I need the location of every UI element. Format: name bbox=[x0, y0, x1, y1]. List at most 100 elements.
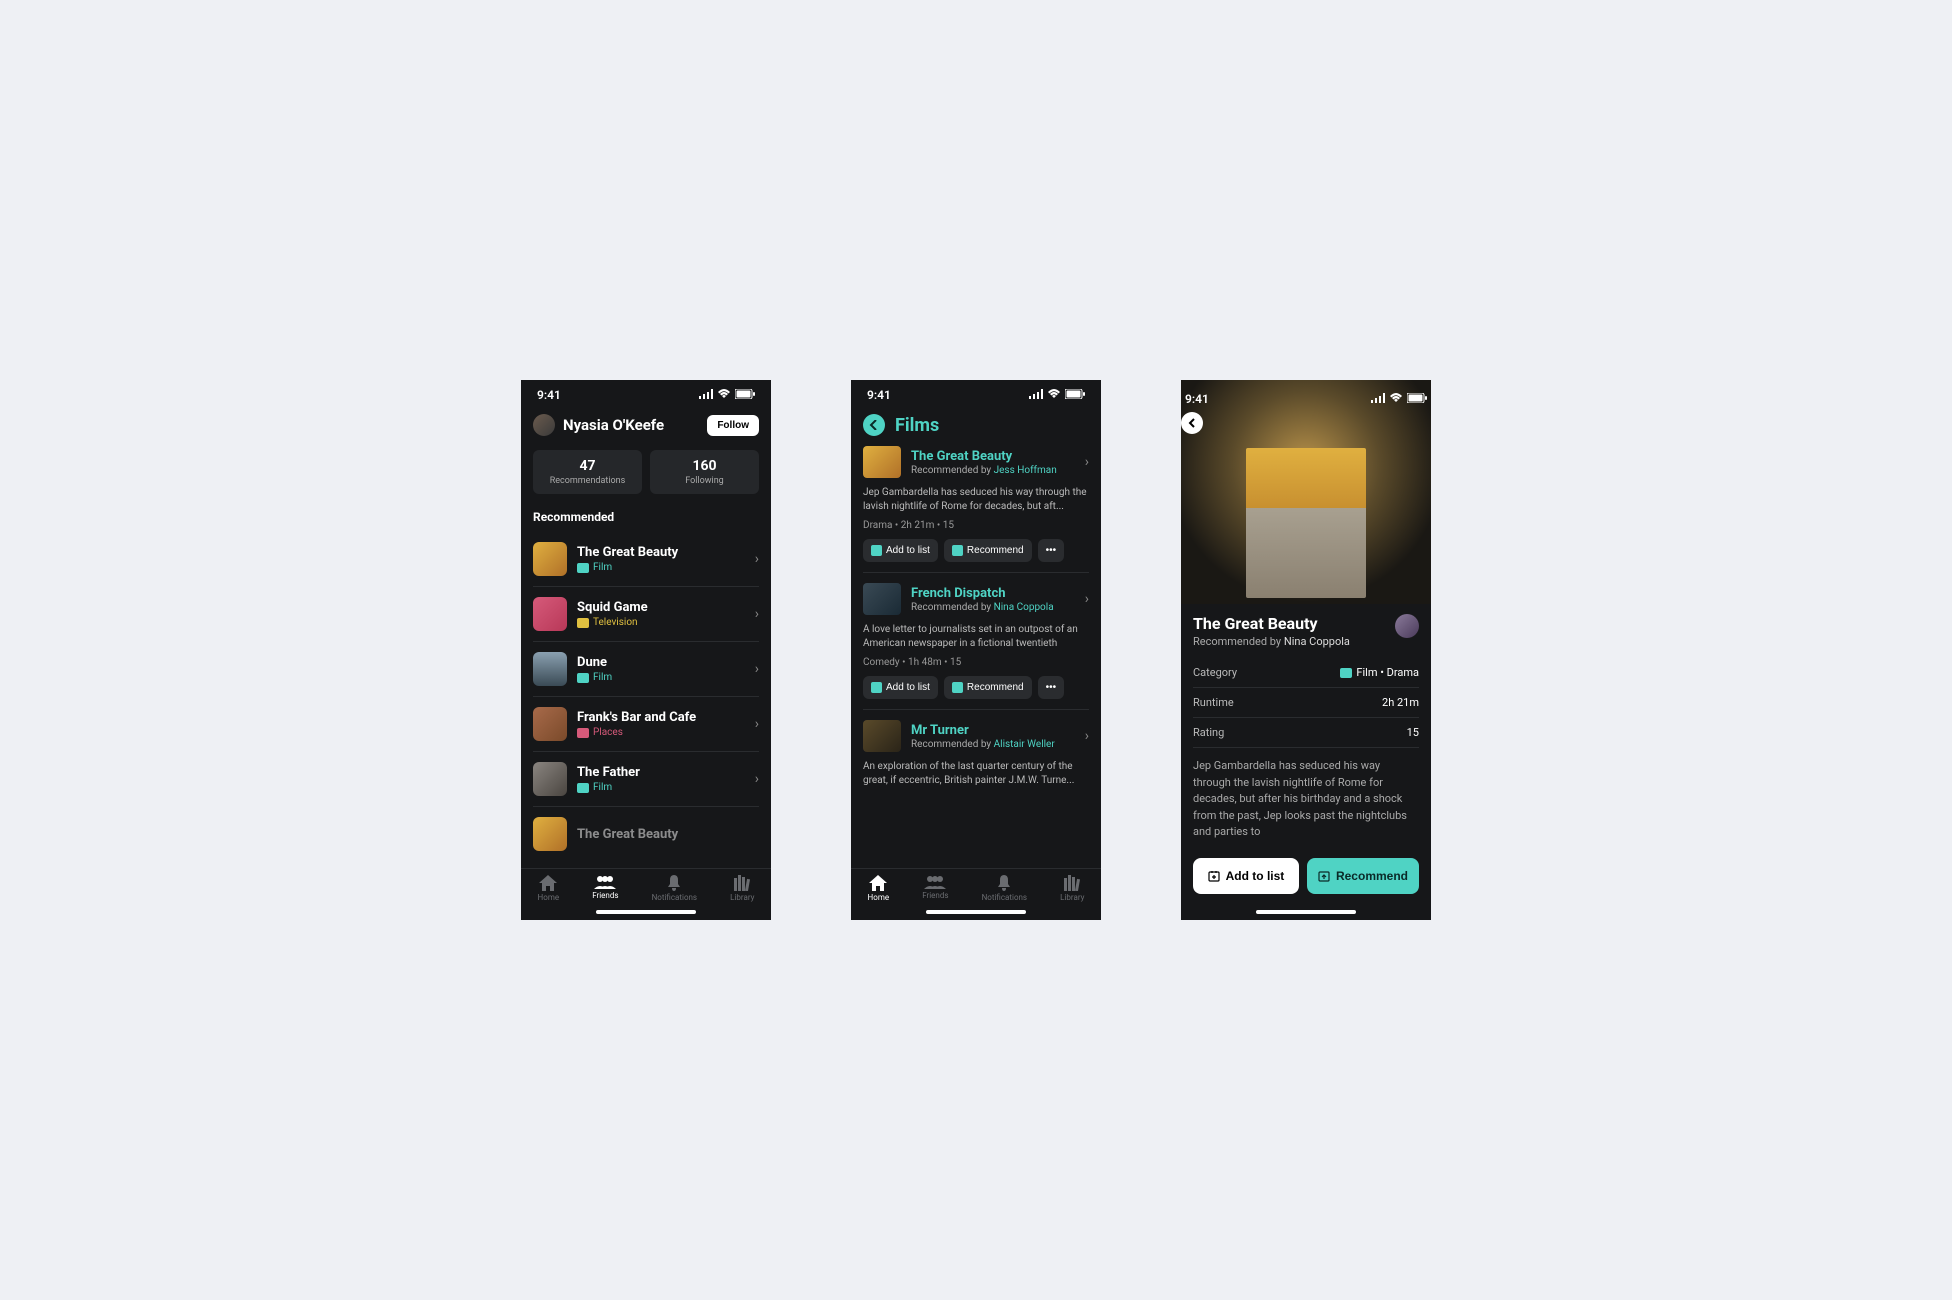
stat-recommendations[interactable]: 47 Recommendations bbox=[533, 450, 642, 494]
thumbnail bbox=[533, 597, 567, 631]
item-desc: Jep Gambardella has seduced his way thro… bbox=[863, 486, 1089, 514]
detail-title: The Great Beauty bbox=[1193, 614, 1350, 633]
tab-bar: Home Friends Notifications Library bbox=[851, 868, 1101, 906]
status-time: 9:41 bbox=[537, 388, 561, 402]
chevron-right-icon: › bbox=[1085, 591, 1089, 607]
battery-icon bbox=[1407, 392, 1427, 406]
tv-icon bbox=[577, 618, 589, 628]
row-rating: Rating 15 bbox=[1193, 718, 1419, 748]
film-icon bbox=[1340, 668, 1352, 678]
more-button[interactable]: ••• bbox=[1038, 539, 1065, 562]
more-button[interactable]: ••• bbox=[1038, 676, 1065, 699]
detail-by: Recommended by Nina Coppola bbox=[1193, 635, 1350, 648]
signal-icon bbox=[699, 388, 713, 402]
film-icon bbox=[577, 783, 589, 793]
category-label: Film bbox=[593, 562, 612, 573]
stat-label: Following bbox=[654, 476, 755, 486]
home-indicator[interactable] bbox=[1256, 910, 1356, 914]
item-meta: Comedy • 1h 48m • 15 bbox=[863, 657, 1089, 668]
add-to-list-button[interactable]: Add to list bbox=[863, 539, 938, 562]
feed-head[interactable]: French Dispatch Recommended by Nina Copp… bbox=[863, 583, 1089, 615]
item-desc: An exploration of the last quarter centu… bbox=[863, 760, 1089, 788]
thumbnail bbox=[533, 542, 567, 576]
stat-following[interactable]: 160 Following bbox=[650, 450, 759, 494]
row-label: Rating bbox=[1193, 726, 1224, 739]
tab-notifications[interactable]: Notifications bbox=[652, 875, 697, 902]
row-value: 2h 21m bbox=[1382, 696, 1419, 709]
wifi-icon bbox=[1047, 388, 1061, 402]
chevron-right-icon: › bbox=[755, 771, 759, 787]
status-icons bbox=[699, 388, 755, 402]
add-to-list-button[interactable]: Add to list bbox=[1193, 858, 1299, 894]
chevron-right-icon: › bbox=[1085, 728, 1089, 744]
list-add-icon bbox=[871, 682, 882, 693]
recommend-icon bbox=[1318, 870, 1330, 882]
ellipsis-icon: ••• bbox=[1046, 682, 1057, 693]
battery-icon bbox=[1065, 388, 1085, 402]
back-button[interactable] bbox=[1181, 412, 1203, 434]
wifi-icon bbox=[1389, 392, 1403, 406]
recommender-avatar[interactable] bbox=[1395, 614, 1419, 638]
row-value: 15 bbox=[1407, 726, 1419, 739]
thumbnail bbox=[863, 446, 901, 478]
feed-head[interactable]: Mr Turner Recommended by Alistair Weller… bbox=[863, 720, 1089, 752]
list-add-icon bbox=[1208, 870, 1220, 882]
follow-button[interactable]: Follow bbox=[707, 415, 759, 436]
thumbnail bbox=[533, 762, 567, 796]
list-item[interactable]: Squid Game Television › bbox=[533, 587, 759, 642]
thumbnail bbox=[533, 652, 567, 686]
recommended-list: The Great Beauty Film › Squid Game Telev… bbox=[533, 532, 759, 861]
row-category: Category Film • Drama bbox=[1193, 658, 1419, 688]
row-value: Film • Drama bbox=[1356, 666, 1419, 679]
add-to-list-button[interactable]: Add to list bbox=[863, 676, 938, 699]
tab-home[interactable]: Home bbox=[868, 875, 890, 902]
tab-friends[interactable]: Friends bbox=[592, 875, 618, 902]
profile-screen: 9:41 Nyasia O'Keefe Follow 47 Recommenda… bbox=[521, 380, 771, 920]
list-item[interactable]: The Father Film › bbox=[533, 752, 759, 807]
tab-library[interactable]: Library bbox=[1060, 875, 1084, 902]
detail-actions: Add to list Recommend bbox=[1181, 846, 1431, 906]
films-feed-screen: 9:41 Films The Great Beauty Recommended … bbox=[851, 380, 1101, 920]
list-item[interactable]: Dune Film › bbox=[533, 642, 759, 697]
list-item[interactable]: The Great Beauty Film › bbox=[533, 532, 759, 587]
battery-icon bbox=[735, 388, 755, 402]
film-icon bbox=[577, 673, 589, 683]
status-bar: 9:41 bbox=[521, 380, 771, 408]
row-runtime: Runtime 2h 21m bbox=[1193, 688, 1419, 718]
item-by: Recommended by Alistair Weller bbox=[911, 739, 1075, 750]
thumbnail bbox=[533, 817, 567, 851]
thumbnail bbox=[863, 583, 901, 615]
feed-head[interactable]: The Great Beauty Recommended by Jess Hof… bbox=[863, 446, 1089, 478]
stat-label: Recommendations bbox=[537, 476, 638, 486]
feed-item: French Dispatch Recommended by Nina Copp… bbox=[863, 573, 1089, 710]
detail-screen: 9:41 The Great Beauty Recommended by Nin… bbox=[1181, 380, 1431, 920]
recommend-button[interactable]: Recommend bbox=[944, 676, 1032, 699]
list-item[interactable]: Frank's Bar and Cafe Places › bbox=[533, 697, 759, 752]
recommend-button[interactable]: Recommend bbox=[944, 539, 1032, 562]
tab-library[interactable]: Library bbox=[730, 875, 754, 902]
status-bar: 9:41 bbox=[1181, 392, 1431, 412]
list-item[interactable]: The Great Beauty bbox=[533, 807, 759, 861]
places-icon bbox=[577, 728, 589, 738]
tab-home[interactable]: Home bbox=[538, 875, 560, 902]
recommend-icon bbox=[952, 682, 963, 693]
row-label: Runtime bbox=[1193, 696, 1234, 709]
avatar[interactable] bbox=[533, 414, 555, 436]
home-indicator[interactable] bbox=[596, 910, 696, 914]
row-label: Category bbox=[1193, 666, 1237, 679]
tab-bar: Home Friends Notifications Library bbox=[521, 868, 771, 906]
tab-friends[interactable]: Friends bbox=[922, 875, 948, 902]
back-button[interactable] bbox=[863, 414, 885, 436]
ellipsis-icon: ••• bbox=[1046, 545, 1057, 556]
category-label: Television bbox=[593, 617, 638, 628]
tab-notifications[interactable]: Notifications bbox=[982, 875, 1027, 902]
recommend-button[interactable]: Recommend bbox=[1307, 858, 1419, 894]
home-indicator[interactable] bbox=[926, 910, 1026, 914]
hero: 9:41 bbox=[1181, 380, 1431, 604]
category-label: Film bbox=[593, 782, 612, 793]
item-title: Squid Game bbox=[577, 600, 745, 615]
detail-description: Jep Gambardella has seduced his way thro… bbox=[1193, 758, 1419, 841]
item-title: The Great Beauty bbox=[911, 449, 1075, 464]
status-bar: 9:41 bbox=[851, 380, 1101, 408]
stat-num: 47 bbox=[537, 458, 638, 474]
